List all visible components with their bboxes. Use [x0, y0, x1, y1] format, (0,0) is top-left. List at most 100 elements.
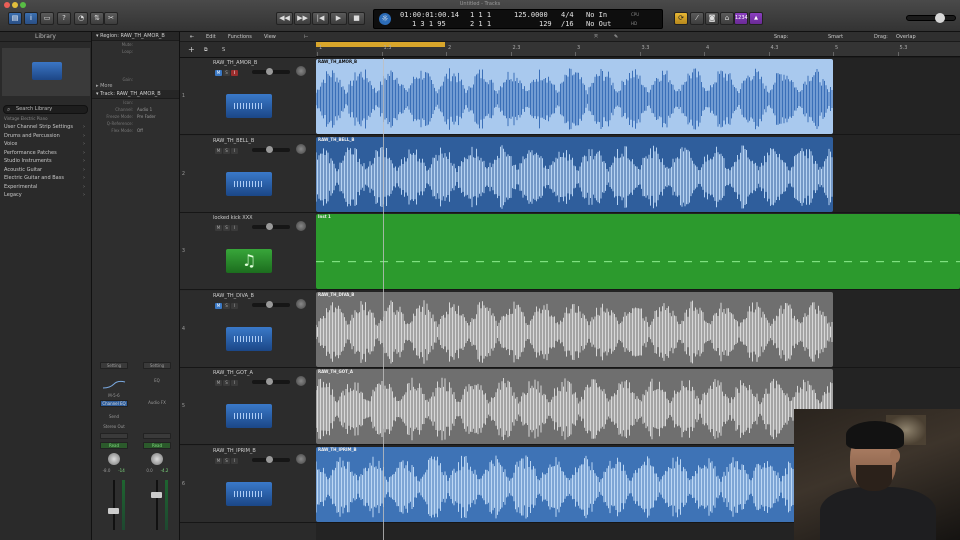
library-category-item[interactable]: Experimental › [0, 183, 91, 192]
pencil-tool-icon[interactable]: ✎ [614, 32, 618, 42]
send-slot[interactable]: Send [99, 414, 129, 419]
midi-draw-icon[interactable]: ⊢ [304, 32, 308, 42]
track-header[interactable]: 5 RAW_TH_GOT_A M S I [180, 368, 316, 445]
solo-button[interactable]: S [223, 457, 230, 464]
record-enable-button[interactable]: I [231, 225, 238, 231]
mute-button[interactable]: M [215, 70, 222, 76]
count-in-button[interactable]: 1234 [734, 12, 748, 25]
setting-button[interactable]: Setting [143, 362, 171, 369]
track-volume-slider[interactable] [252, 68, 290, 75]
waveform-icon[interactable] [226, 326, 272, 351]
library-category-item[interactable]: Legacy › [0, 191, 91, 200]
solo-button[interactable]: S [223, 70, 230, 76]
automation-mode[interactable]: Read [143, 442, 171, 449]
solo-button[interactable]: S [223, 225, 230, 231]
mute-button[interactable]: M [215, 380, 222, 386]
inspector-row[interactable]: Loop: [92, 48, 179, 55]
track-volume-slider[interactable] [252, 300, 290, 308]
solo-button[interactable]: S [223, 147, 230, 154]
channel-eq-slot[interactable]: Channel EQ [100, 400, 128, 407]
automation-mode[interactable]: Read [100, 442, 128, 449]
track-inspector-header[interactable]: ▾ Track: RAW_TH_AMOR_B [92, 90, 179, 99]
metronome-button[interactable]: ⌂ [720, 12, 734, 25]
mute-button[interactable]: M [215, 302, 222, 309]
editors-button[interactable]: ✂ [104, 12, 118, 25]
track-volume-slider[interactable] [252, 145, 290, 153]
mute-button[interactable]: M [215, 147, 222, 154]
library-category-item[interactable]: Electric Guitar and Bass › [0, 174, 91, 183]
region-inspector-header[interactable]: ▾ Region: RAW_TH_AMOR_B [92, 32, 179, 41]
global-tracks-icon[interactable]: S [222, 45, 225, 55]
track-lane[interactable]: RAW_TH_BELL_B [316, 136, 960, 213]
library-category-item[interactable]: Performance Patches › [0, 149, 91, 158]
audio-region[interactable]: RAW_TH_AMOR_B [316, 59, 833, 134]
go-to-start-button[interactable]: |◀ [312, 12, 329, 25]
view-menu[interactable]: View [264, 32, 276, 42]
smart-controls-button[interactable]: ◔ [74, 12, 88, 25]
audio-fx-slot[interactable]: Audio FX [142, 400, 172, 405]
library-category-item[interactable]: Drums and Percussion › [0, 132, 91, 141]
drag-select[interactable]: Overlap [896, 32, 916, 42]
pan-knob[interactable] [108, 453, 120, 465]
cycle-button[interactable]: ⟳ [674, 12, 688, 25]
mute-button[interactable]: M [215, 225, 222, 231]
functions-menu[interactable]: Functions [228, 32, 252, 42]
timeline-ruler[interactable]: 1 1.3 2 2.3 3 3.3 4 4.3 5 5.3 [316, 42, 960, 57]
record-enable-button[interactable]: I [231, 302, 238, 309]
midi-region[interactable]: Inst 1 [316, 214, 960, 289]
library-category-item[interactable]: Voice › [0, 140, 91, 149]
waveform-icon[interactable] [226, 404, 272, 428]
track-name[interactable]: RAW_TH_BELL_B [213, 138, 254, 144]
track-volume-slider[interactable] [252, 223, 290, 230]
eq-display[interactable] [99, 380, 129, 391]
volume-fader[interactable] [151, 492, 162, 498]
lcd-mode-icon[interactable]: ☼ [379, 13, 391, 25]
rewind-button[interactable]: ◀◀ [276, 12, 293, 25]
inspector-row[interactable]: Mute: [92, 41, 179, 48]
track-volume-slider[interactable] [252, 455, 290, 463]
play-button[interactable]: ▶ [330, 12, 347, 25]
inspector-row[interactable] [92, 69, 179, 76]
record-enable-button[interactable]: I [231, 380, 238, 386]
inspector-row[interactable] [92, 62, 179, 69]
waveform-icon[interactable] [226, 94, 272, 118]
back-arrow-icon[interactable]: ⇤ [190, 32, 194, 42]
track-name[interactable]: RAW_TH_DIVA_B [213, 293, 254, 299]
lcd-display[interactable]: ☼ 01:00:01:00.14 1 3 1 95 1 1 1 2 1 1 12… [373, 9, 663, 29]
track-pan-knob[interactable] [296, 453, 306, 464]
inspector-row[interactable] [92, 55, 179, 62]
add-track-icon[interactable]: + [188, 45, 195, 55]
inspector-row[interactable]: Gain: [92, 76, 179, 83]
volume-fader[interactable] [108, 508, 119, 514]
mute-button[interactable]: M [215, 457, 222, 464]
track-header[interactable]: 1 RAW_TH_AMOR_B M S I [180, 58, 316, 135]
audio-region[interactable]: RAW_TH_BELL_B [316, 136, 833, 212]
eq-display[interactable]: EQ [142, 378, 172, 383]
track-pan-knob[interactable] [296, 143, 306, 154]
pan-knob[interactable] [151, 453, 163, 465]
inspector-row[interactable]: Q-Reference: [92, 120, 179, 127]
solo-button[interactable]: S [223, 302, 230, 309]
mixer-button[interactable]: ⇅ [90, 12, 104, 25]
audio-region[interactable]: RAW_TH_DIVA_B [316, 291, 833, 367]
metronome-click-button[interactable]: ▲ [749, 12, 763, 25]
track-pan-knob[interactable] [296, 66, 306, 76]
music-note-icon[interactable]: ♫ [226, 249, 272, 273]
track-name[interactable]: locked kick XXX [213, 215, 253, 221]
inspector-row[interactable]: Channel: Audio 1 [92, 106, 179, 113]
playhead[interactable] [383, 58, 384, 540]
track-pan-knob[interactable] [296, 221, 306, 231]
input-slot[interactable]: M-5-6 [99, 393, 129, 398]
track-lane[interactable]: RAW_TH_AMOR_B [316, 58, 960, 135]
fast-forward-button[interactable]: ▶▶ [294, 12, 311, 25]
track-header[interactable]: 2 RAW_TH_BELL_B M S I [180, 135, 316, 213]
library-search-input[interactable]: ⌕ Search Library [3, 105, 88, 114]
inspector-toggle-button[interactable]: i [24, 12, 38, 25]
inspector-row[interactable]: Icon: [92, 99, 179, 106]
master-volume-slider[interactable] [906, 13, 956, 23]
pointer-tool-icon[interactable]: ⤧ [594, 32, 598, 42]
quick-help-button[interactable]: ? [57, 12, 71, 25]
track-volume-slider[interactable] [252, 378, 290, 385]
track-lane[interactable]: RAW_TH_DIVA_B [316, 291, 960, 368]
edit-menu[interactable]: Edit [206, 32, 216, 42]
